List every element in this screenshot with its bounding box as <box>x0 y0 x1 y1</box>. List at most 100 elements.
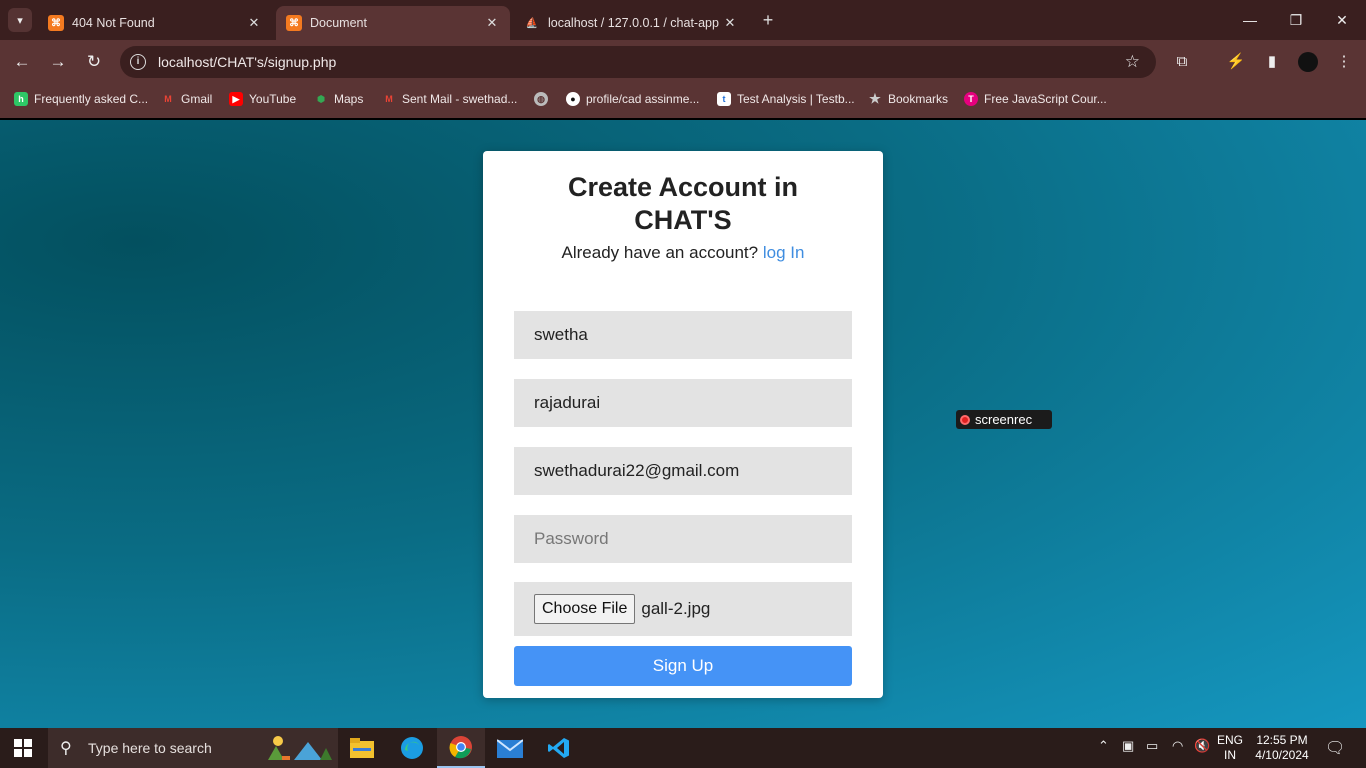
bookmark-item[interactable]: h Frequently asked C... <box>14 92 148 106</box>
scrimba-icon: T <box>964 92 978 106</box>
bookmark-item[interactable]: M Sent Mail - swethad... <box>382 92 517 106</box>
bookmark-item[interactable]: t Test Analysis | Testb... <box>717 92 855 106</box>
clock[interactable]: 12:55 PM 4/10/2024 <box>1250 733 1314 763</box>
mail-icon[interactable] <box>486 728 534 768</box>
tab-title: 404 Not Found <box>72 16 155 30</box>
login-prompt-text: Already have an account? <box>561 243 759 262</box>
tab-404[interactable]: ⌘ 404 Not Found ✕ <box>38 6 272 40</box>
tab-title: Document <box>310 16 367 30</box>
region-code: IN <box>1224 748 1236 762</box>
browser-toolbar: ← → ↻ i localhost/CHAT's/signup.php ☆ ⧉ … <box>0 40 1366 84</box>
windows-start-icon[interactable] <box>14 739 32 757</box>
gmail-icon: M <box>385 94 393 104</box>
bookmark-label: Maps <box>334 92 364 106</box>
screenrec-label: screenrec <box>975 412 1033 427</box>
phpmyadmin-icon: ⛵ <box>525 17 539 29</box>
language-indicator[interactable]: ENG IN <box>1214 733 1246 763</box>
star-icon: ★ <box>869 91 881 106</box>
restore-button[interactable]: ❐ <box>1276 8 1316 32</box>
xampp-icon: ⌘ <box>286 15 302 31</box>
battery-icon[interactable]: ▭ <box>1146 738 1158 754</box>
last-name-field[interactable] <box>514 379 852 427</box>
search-placeholder: Type here to search <box>88 740 212 756</box>
vscode-icon[interactable] <box>535 728 583 768</box>
bookmark-label: Sent Mail - swethad... <box>402 92 518 106</box>
bookmark-item[interactable]: ▶ YouTube <box>229 92 296 106</box>
back-button[interactable]: ← <box>10 50 34 74</box>
close-icon[interactable]: ✕ <box>484 15 500 31</box>
side-panel-icon[interactable]: ▮ <box>1262 52 1282 72</box>
minimize-button[interactable]: — <box>1230 8 1270 32</box>
volume-muted-icon[interactable]: 🔇 <box>1194 738 1210 754</box>
chevron-up-icon[interactable]: ⌃ <box>1098 738 1109 754</box>
login-link[interactable]: log In <box>763 243 805 262</box>
bookmark-label: Test Analysis | Testb... <box>737 92 855 106</box>
performance-icon[interactable]: ⚡ <box>1226 52 1246 72</box>
testbook-icon: t <box>717 92 731 106</box>
xampp-icon: ⌘ <box>48 15 64 31</box>
bookmark-item[interactable]: ⬢ Maps <box>314 92 363 106</box>
close-icon[interactable]: ✕ <box>722 15 738 31</box>
camping-scene-icon <box>268 736 332 760</box>
clock-time: 12:55 PM <box>1256 733 1308 747</box>
bookmark-label: Bookmarks <box>888 92 949 106</box>
close-icon[interactable]: ✕ <box>246 15 262 31</box>
youtube-icon: ▶ <box>229 92 243 106</box>
login-prompt: Already have an account? log In <box>483 243 883 263</box>
search-icon: ⚲ <box>60 740 72 757</box>
bookmark-label: profile/cad assinme... <box>586 92 700 106</box>
bookmark-label: YouTube <box>249 92 297 106</box>
file-name: gall-2.jpg <box>641 599 711 618</box>
taskbar: ⚲ Type here to search ⌃ ▣ ▭ ◠ 🔇 ENG IN 1… <box>0 728 1366 768</box>
record-icon <box>960 414 970 425</box>
taskbar-search[interactable]: ⚲ Type here to search <box>48 728 338 768</box>
gmail-icon: M <box>164 94 172 104</box>
page-title: Create Account in CHAT'S <box>567 172 799 235</box>
wifi-icon[interactable]: ◠ <box>1172 738 1183 754</box>
github-icon: ● <box>566 92 580 106</box>
notification-icon[interactable]: 🗨 <box>1325 738 1345 758</box>
signup-button[interactable]: Sign Up <box>514 646 852 686</box>
maps-icon: ⬢ <box>317 94 325 104</box>
signup-card: Create Account in CHAT'S Already have an… <box>483 151 883 698</box>
globe-icon: ◍ <box>534 92 548 106</box>
tab-phpmyadmin[interactable]: ⛵ localhost / 127.0.0.1 / chat-app ✕ <box>514 6 748 40</box>
image-upload-field: Choose File gall-2.jpg <box>514 582 852 636</box>
new-tab-button[interactable]: + <box>758 10 778 30</box>
bookmark-label: Gmail <box>181 92 213 106</box>
chevron-down-icon: ▾ <box>17 14 23 27</box>
bookmark-item[interactable]: T Free JavaScript Cour... <box>964 92 1107 106</box>
first-name-field[interactable] <box>514 311 852 359</box>
address-url[interactable]: localhost/CHAT's/signup.php <box>158 54 336 70</box>
choose-file-button[interactable]: Choose File <box>534 594 636 624</box>
info-icon[interactable]: i <box>130 54 146 70</box>
bookmark-item[interactable]: ● profile/cad assinme... <box>566 92 699 106</box>
bookmark-item[interactable]: ◍ <box>534 92 554 106</box>
tab-document[interactable]: ⌘ Document ✕ <box>276 6 510 40</box>
avatar[interactable] <box>1298 52 1318 72</box>
edge-browser-icon[interactable] <box>388 728 436 768</box>
star-icon[interactable]: ☆ <box>1125 52 1140 72</box>
close-window-button[interactable]: ✕ <box>1322 8 1362 32</box>
tab-strip: ▾ ⌘ 404 Not Found ✕ ⌘ Document ✕ ⛵ local… <box>0 0 1366 40</box>
chrome-browser-icon[interactable] <box>437 728 485 768</box>
reload-button[interactable]: ↻ <box>82 50 106 74</box>
tab-search-button[interactable]: ▾ <box>8 8 32 32</box>
file-explorer-icon[interactable] <box>338 728 386 768</box>
forward-button[interactable]: → <box>46 50 70 74</box>
password-field[interactable] <box>514 515 852 563</box>
camera-icon[interactable]: ▣ <box>1122 738 1134 754</box>
bookmark-item[interactable]: ★ Bookmarks <box>868 91 949 107</box>
email-field[interactable] <box>514 447 852 495</box>
hackerrank-icon: h <box>14 92 28 106</box>
clock-date: 4/10/2024 <box>1255 748 1309 762</box>
address-bar[interactable]: i localhost/CHAT's/signup.php ☆ <box>120 46 1156 78</box>
bookmark-label: Free JavaScript Cour... <box>984 92 1107 106</box>
tab-title: localhost / 127.0.0.1 / chat-app <box>548 16 719 30</box>
page-background: Create Account in CHAT'S Already have an… <box>0 120 1366 728</box>
screenrec-widget[interactable]: screenrec <box>956 410 1052 429</box>
bookmarks-bar: h Frequently asked C... M Gmail ▶ YouTub… <box>0 84 1366 118</box>
menu-icon[interactable]: ⋮ <box>1334 52 1354 72</box>
extensions-icon[interactable]: ⧉ <box>1172 52 1192 72</box>
bookmark-item[interactable]: M Gmail <box>161 92 212 106</box>
